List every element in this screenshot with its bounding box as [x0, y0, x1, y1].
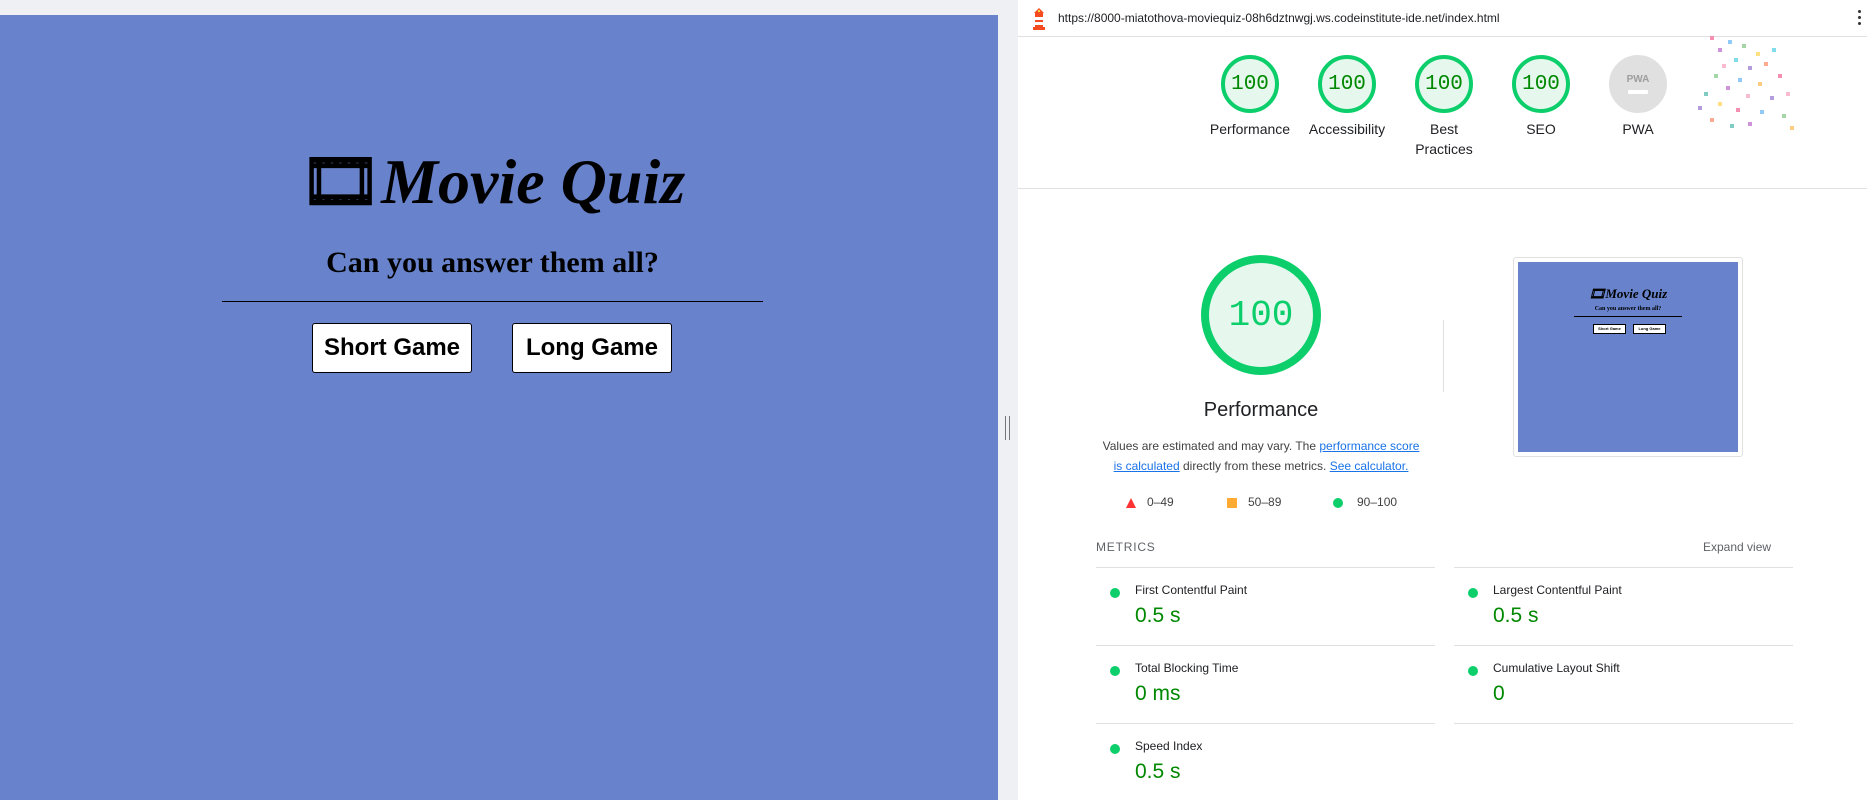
report-url: https://8000-miatothova-moviequiz-08h6dz…: [1058, 11, 1500, 25]
pass-dot-icon: [1468, 666, 1478, 676]
confetti-decoration: [1698, 36, 1794, 130]
metrics-divider: [1454, 723, 1793, 724]
square-average-icon: [1227, 498, 1237, 508]
note-text: directly from these metrics.: [1179, 459, 1330, 473]
gauge-score: 100: [1415, 55, 1473, 113]
triangle-fail-icon: [1126, 498, 1136, 508]
performance-gauge: 100: [1201, 255, 1321, 375]
metrics-heading: METRICS: [1096, 540, 1156, 554]
kebab-menu-icon[interactable]: [1858, 10, 1862, 26]
lighthouse-report: https://8000-miatothova-moviequiz-08h6dz…: [1018, 0, 1867, 800]
metric-total-blocking-time: Total Blocking Time 0 ms: [1096, 645, 1435, 723]
metric-name: Speed Index: [1135, 739, 1203, 753]
metric-value: 0 ms: [1135, 682, 1181, 705]
metric-value: 0.5 s: [1493, 604, 1539, 627]
performance-note: Values are estimated and may vary. The p…: [1101, 436, 1421, 476]
metric-largest-contentful-paint: Largest Contentful Paint 0.5 s: [1454, 567, 1793, 645]
header-divider: [1018, 188, 1867, 189]
metric-name: Largest Contentful Paint: [1493, 583, 1622, 597]
pass-dot-icon: [1110, 666, 1120, 676]
thumbnail-short-button: Short Game: [1593, 324, 1626, 334]
gauge-accessibility[interactable]: 100 Accessibility: [1297, 55, 1397, 139]
pass-dot-icon: [1110, 588, 1120, 598]
long-game-button[interactable]: Long Game: [512, 323, 672, 373]
metric-name: First Contentful Paint: [1135, 583, 1248, 597]
note-text: Values are estimated and may vary. The: [1102, 439, 1320, 453]
gauge-label: Performance: [1209, 121, 1291, 137]
metric-value: 0: [1493, 682, 1505, 705]
screenshot-thumbnail: 🎞Movie Quiz Can you answer them all? Sho…: [1518, 262, 1738, 452]
title-divider: [222, 301, 763, 302]
legend-fail-label: 0–49: [1147, 495, 1174, 509]
thumbnail-title: 🎞Movie Quiz: [1518, 286, 1738, 302]
legend-pass-label: 90–100: [1357, 495, 1398, 509]
quiz-title-text: Movie Quiz: [381, 146, 686, 217]
metric-first-contentful-paint: First Contentful Paint 0.5 s: [1096, 567, 1435, 645]
section-divider: [1443, 320, 1444, 392]
pass-dot-icon: [1468, 588, 1478, 598]
thumbnail-film-icon: 🎞: [1588, 286, 1606, 301]
metric-name: Cumulative Layout Shift: [1493, 661, 1620, 675]
performance-title: Performance: [1203, 399, 1319, 421]
pane-splitter[interactable]: [998, 0, 1018, 800]
legend-average-label: 50–89: [1248, 495, 1282, 509]
metric-value: 0.5 s: [1135, 604, 1181, 627]
film-frames-icon: 🎞: [299, 146, 382, 217]
quiz-subtitle: Can you answer them all?: [326, 246, 659, 279]
gauge-label: SEO: [1526, 121, 1556, 137]
metric-name: Total Blocking Time: [1135, 661, 1239, 675]
gauge-score: 100: [1318, 55, 1376, 113]
left-pane-top-bar: [0, 0, 998, 15]
gauge-best-practices[interactable]: 100 Best Practices: [1394, 55, 1494, 159]
gauge-label: Best Practices: [1415, 121, 1473, 157]
thumbnail-divider: [1574, 316, 1682, 317]
gauge-seo[interactable]: 100 SEO: [1491, 55, 1591, 139]
metric-speed-index: Speed Index 0.5 s: [1096, 723, 1435, 800]
splitter-handle-icon[interactable]: [1005, 416, 1010, 440]
gauge-score: 100: [1221, 55, 1279, 113]
pass-dot-icon: [1110, 744, 1120, 754]
final-screenshot[interactable]: 🎞Movie Quiz Can you answer them all? Sho…: [1513, 257, 1743, 457]
thumbnail-title-text: Movie Quiz: [1605, 286, 1668, 301]
lighthouse-icon: [1033, 8, 1045, 30]
metric-cumulative-layout-shift: Cumulative Layout Shift 0: [1454, 645, 1793, 723]
thumbnail-long-button: Long Game: [1633, 324, 1666, 334]
gauge-performance[interactable]: 100 Performance: [1200, 55, 1300, 139]
quiz-page: 🎞Movie Quiz Can you answer them all? Sho…: [0, 15, 998, 800]
report-top-bar: https://8000-miatothova-moviequiz-08h6dz…: [1018, 0, 1867, 37]
expand-view-toggle[interactable]: Expand view: [1703, 540, 1771, 554]
circle-pass-icon: [1333, 498, 1343, 508]
see-calculator-link[interactable]: See calculator.: [1330, 459, 1409, 473]
metric-value: 0.5 s: [1135, 760, 1181, 783]
gauge-label: Accessibility: [1308, 121, 1386, 137]
thumbnail-subtitle: Can you answer them all?: [1594, 306, 1662, 312]
short-game-button[interactable]: Short Game: [312, 323, 472, 373]
quiz-title: 🎞Movie Quiz: [0, 147, 985, 217]
gauge-score: 100: [1512, 55, 1570, 113]
